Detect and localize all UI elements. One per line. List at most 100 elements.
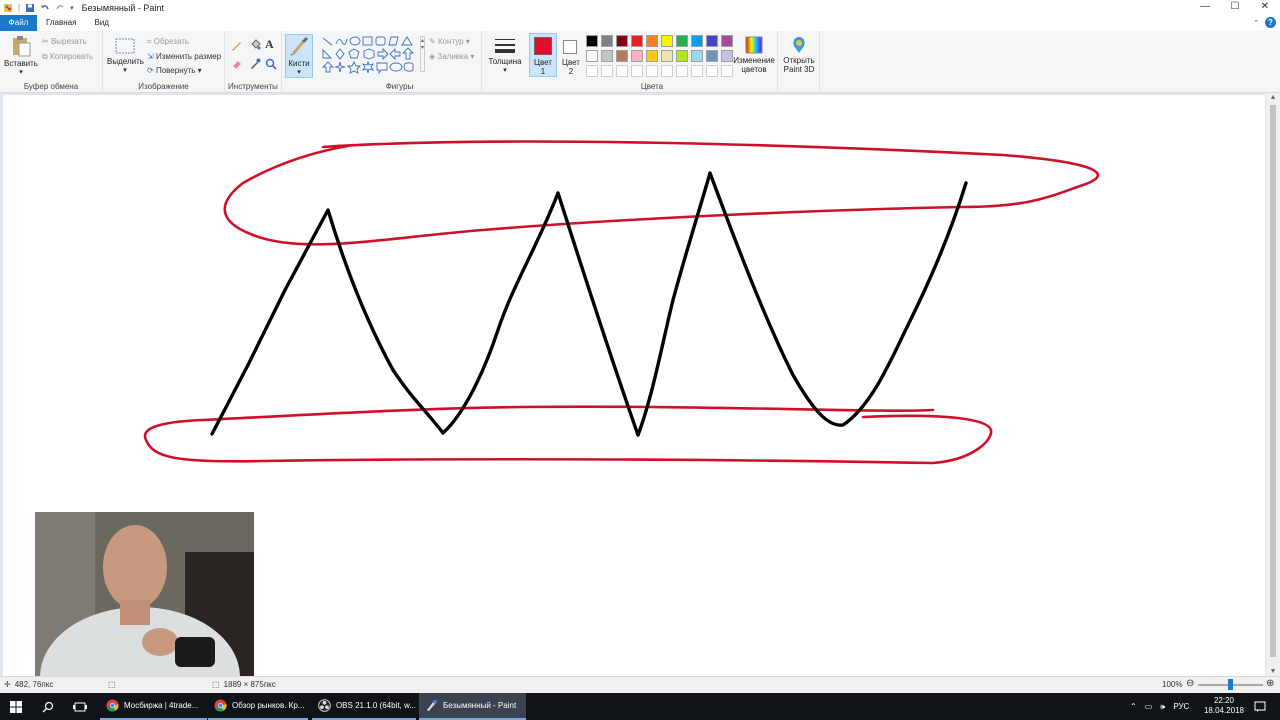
undo-icon[interactable] [40, 3, 50, 13]
palette-swatch[interactable] [616, 35, 628, 47]
palette-swatch[interactable] [691, 65, 703, 77]
palette-swatch[interactable] [601, 65, 613, 77]
fill-button[interactable]: ◈ Заливка ▾ [429, 52, 474, 61]
crop-button[interactable]: ⌗ Обрезать [147, 37, 189, 47]
zoom-level: 100% [1162, 680, 1182, 689]
system-tray: ⌃ ▭ 🕪 РУС [1130, 693, 1189, 720]
color2-swatch [563, 40, 577, 54]
thickness-button[interactable]: Толщина ▾ [486, 37, 524, 75]
scroll-up-icon[interactable]: ▲ [1266, 94, 1280, 101]
taskbar-app-paint[interactable]: Безымянный - Paint [419, 693, 526, 720]
resize-button[interactable]: ⇲ Изменить размер [147, 52, 221, 61]
shapes-group-label: Фигуры [385, 82, 414, 91]
scroll-down-icon[interactable]: ▼ [1266, 668, 1280, 675]
image-size: ⬚ 1889 × 875пкс [212, 680, 276, 689]
collapse-ribbon-icon[interactable]: ⌃ [1253, 19, 1259, 27]
fill-bucket-icon[interactable] [249, 39, 261, 51]
tab-home[interactable]: Главная [37, 15, 85, 31]
clock[interactable]: 22:20 18.04.2018 [1204, 696, 1244, 716]
help-icon[interactable]: ? [1265, 17, 1276, 28]
maximize-button[interactable]: ☐ [1220, 0, 1250, 15]
rotate-button[interactable]: ⟳ Повернуть ▾ [147, 66, 202, 75]
taskbar-app-obs[interactable]: OBS 21.1.0 (64bit, w... [312, 693, 416, 720]
clipboard-group: Вставить ▾ ✂ Вырезать ⧉ Копировать Буфер… [0, 31, 103, 93]
text-tool-icon[interactable]: A [265, 37, 274, 52]
palette-swatch[interactable] [631, 65, 643, 77]
pencil-icon[interactable] [231, 39, 243, 51]
start-button[interactable] [0, 693, 32, 720]
palette-swatch[interactable] [706, 50, 718, 62]
palette-swatch[interactable] [646, 50, 658, 62]
task-view-button[interactable] [66, 693, 94, 720]
magnifier-icon[interactable] [265, 58, 277, 70]
edit-colors-button[interactable]: Изменение цветов [731, 36, 777, 74]
shapes-scroll[interactable]: ▴ ▾ [420, 36, 425, 72]
color2-button[interactable]: Цвет 2 [560, 34, 582, 78]
palette-swatch[interactable] [676, 50, 688, 62]
palette-swatch[interactable] [691, 50, 703, 62]
palette-swatch[interactable] [676, 65, 688, 77]
palette-swatch[interactable] [601, 50, 613, 62]
palette-swatch[interactable] [676, 35, 688, 47]
palette-swatch[interactable] [616, 50, 628, 62]
palette-swatch[interactable] [586, 35, 598, 47]
palette-swatch[interactable] [691, 35, 703, 47]
red-lower-ellipse-stroke [143, 405, 993, 465]
palette-swatch[interactable] [661, 50, 673, 62]
zoom-in-button[interactable]: ⊕ [1266, 678, 1274, 689]
save-icon[interactable] [25, 3, 35, 13]
ribbon-tabs: Файл Главная Вид ⌃ ? [0, 15, 1280, 31]
close-button[interactable]: ✕ [1250, 0, 1280, 15]
scrollbar-thumb[interactable] [1270, 105, 1276, 657]
outline-button[interactable]: ✎ Контур ▾ [429, 37, 470, 46]
brushes-label: Кисти [288, 59, 310, 68]
tray-expand-icon[interactable]: ⌃ [1130, 702, 1137, 711]
minimize-button[interactable]: — [1190, 0, 1220, 15]
palette-swatch[interactable] [646, 35, 658, 47]
palette-swatch[interactable] [631, 50, 643, 62]
image-size-text: 1889 × 875пкс [223, 680, 276, 689]
cut-label: Вырезать [50, 37, 87, 46]
palette-swatch[interactable] [586, 65, 598, 77]
search-button[interactable] [34, 693, 62, 720]
zoom-out-button[interactable]: ⊖ [1186, 678, 1194, 689]
palette-swatch[interactable] [601, 35, 613, 47]
qat-dropdown-icon[interactable]: ▾ [70, 4, 74, 12]
cut-button[interactable]: ✂ Вырезать [42, 37, 87, 46]
select-button[interactable]: Выделить ▾ [107, 37, 144, 75]
notification-center-button[interactable] [1250, 693, 1270, 720]
image-group: Выделить ▾ ⌗ Обрезать ⇲ Изменить размер … [103, 31, 225, 93]
color1-button[interactable]: Цвет 1 [529, 33, 557, 77]
brushes-button[interactable]: Кисти ▾ [285, 34, 313, 78]
palette-swatch[interactable] [706, 35, 718, 47]
shapes-gallery[interactable] [321, 36, 421, 76]
language-indicator[interactable]: РУС [1173, 702, 1189, 711]
taskbar-app-chrome-1[interactable]: Мосбиржа | 4trade... [100, 693, 207, 720]
taskbar-app-label: Безымянный - Paint [443, 701, 517, 710]
network-icon[interactable]: ▭ [1145, 702, 1153, 711]
tab-file[interactable]: Файл [0, 15, 37, 31]
palette-swatch[interactable] [661, 35, 673, 47]
crop-label: Обрезать [153, 37, 190, 46]
eraser-icon[interactable] [231, 58, 243, 70]
rotate-icon: ⟳ [147, 66, 154, 75]
palette-swatch[interactable] [631, 35, 643, 47]
tab-view[interactable]: Вид [85, 15, 117, 31]
redo-icon[interactable] [55, 3, 65, 13]
taskbar-app-chrome-2[interactable]: Обзор рынков. Кр... [208, 693, 308, 720]
drawing-canvas[interactable] [3, 95, 1265, 676]
palette-swatch[interactable] [706, 65, 718, 77]
color-picker-icon[interactable] [249, 58, 261, 70]
color2-label: Цвет [562, 58, 580, 67]
palette-swatch[interactable] [661, 65, 673, 77]
window-title: Безымянный - Paint [81, 2, 164, 13]
palette-swatch[interactable] [586, 50, 598, 62]
paste-button[interactable]: Вставить ▾ [4, 35, 38, 77]
copy-button[interactable]: ⧉ Копировать [42, 52, 93, 62]
zoom-slider-thumb[interactable] [1228, 679, 1233, 690]
open-paint3d-button[interactable]: Открыть Paint 3D [779, 36, 819, 74]
vertical-scrollbar[interactable]: ▲ ▼ [1266, 93, 1280, 676]
palette-swatch[interactable] [646, 65, 658, 77]
volume-icon[interactable]: 🕪 [1160, 702, 1165, 712]
palette-swatch[interactable] [616, 65, 628, 77]
